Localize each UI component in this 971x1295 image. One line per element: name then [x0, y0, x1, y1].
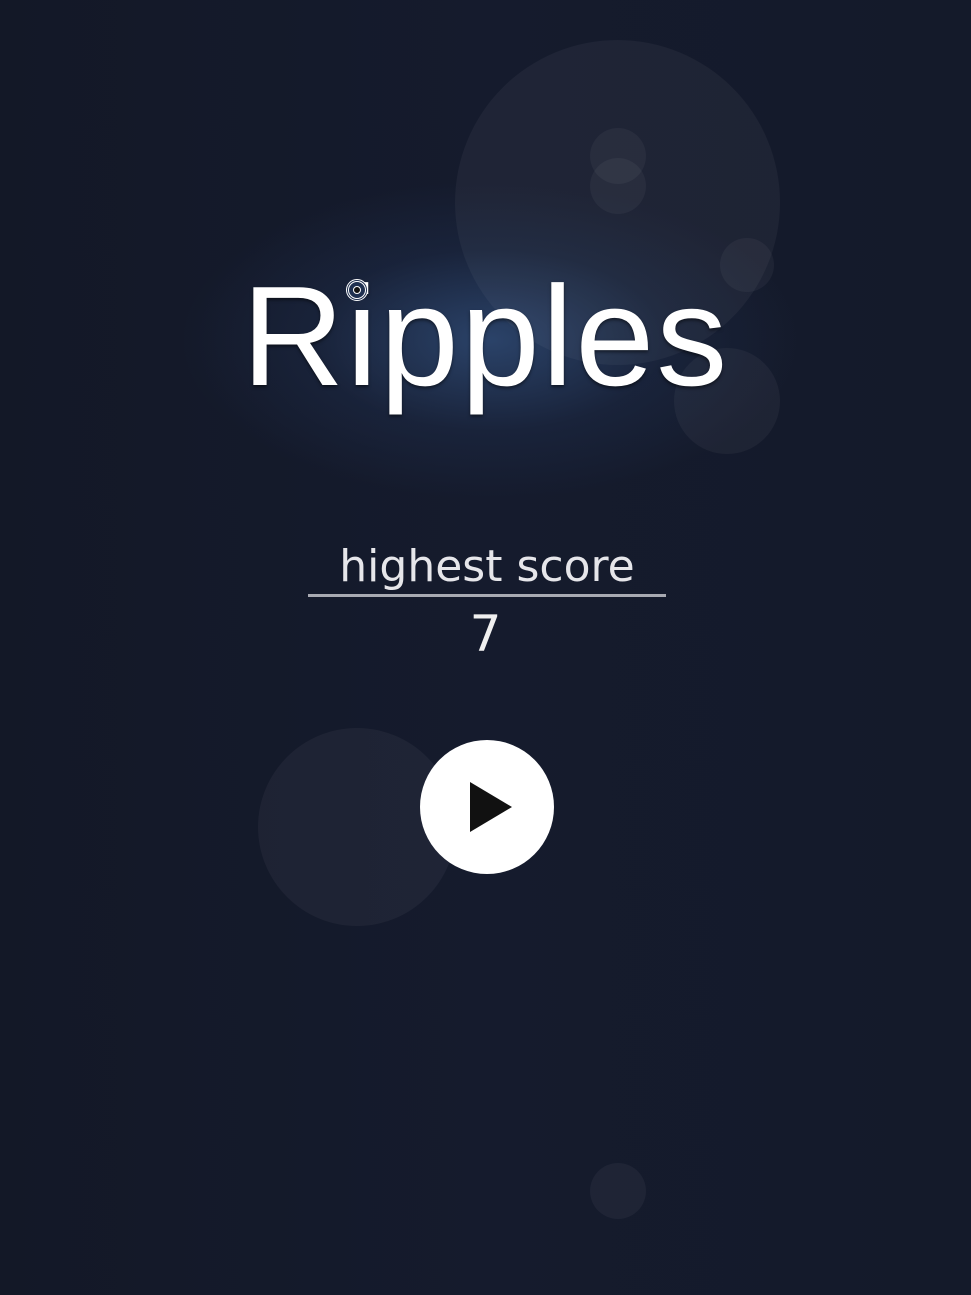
highest-score-value: 7 [469, 605, 502, 663]
play-button[interactable] [420, 740, 554, 874]
play-icon [470, 782, 512, 832]
ripple-logo-icon [346, 279, 368, 301]
game-title: Ripples [241, 257, 730, 416]
highest-score-label: highest score [308, 540, 666, 597]
background-bubble [590, 158, 646, 214]
background-bubble [590, 1163, 646, 1219]
